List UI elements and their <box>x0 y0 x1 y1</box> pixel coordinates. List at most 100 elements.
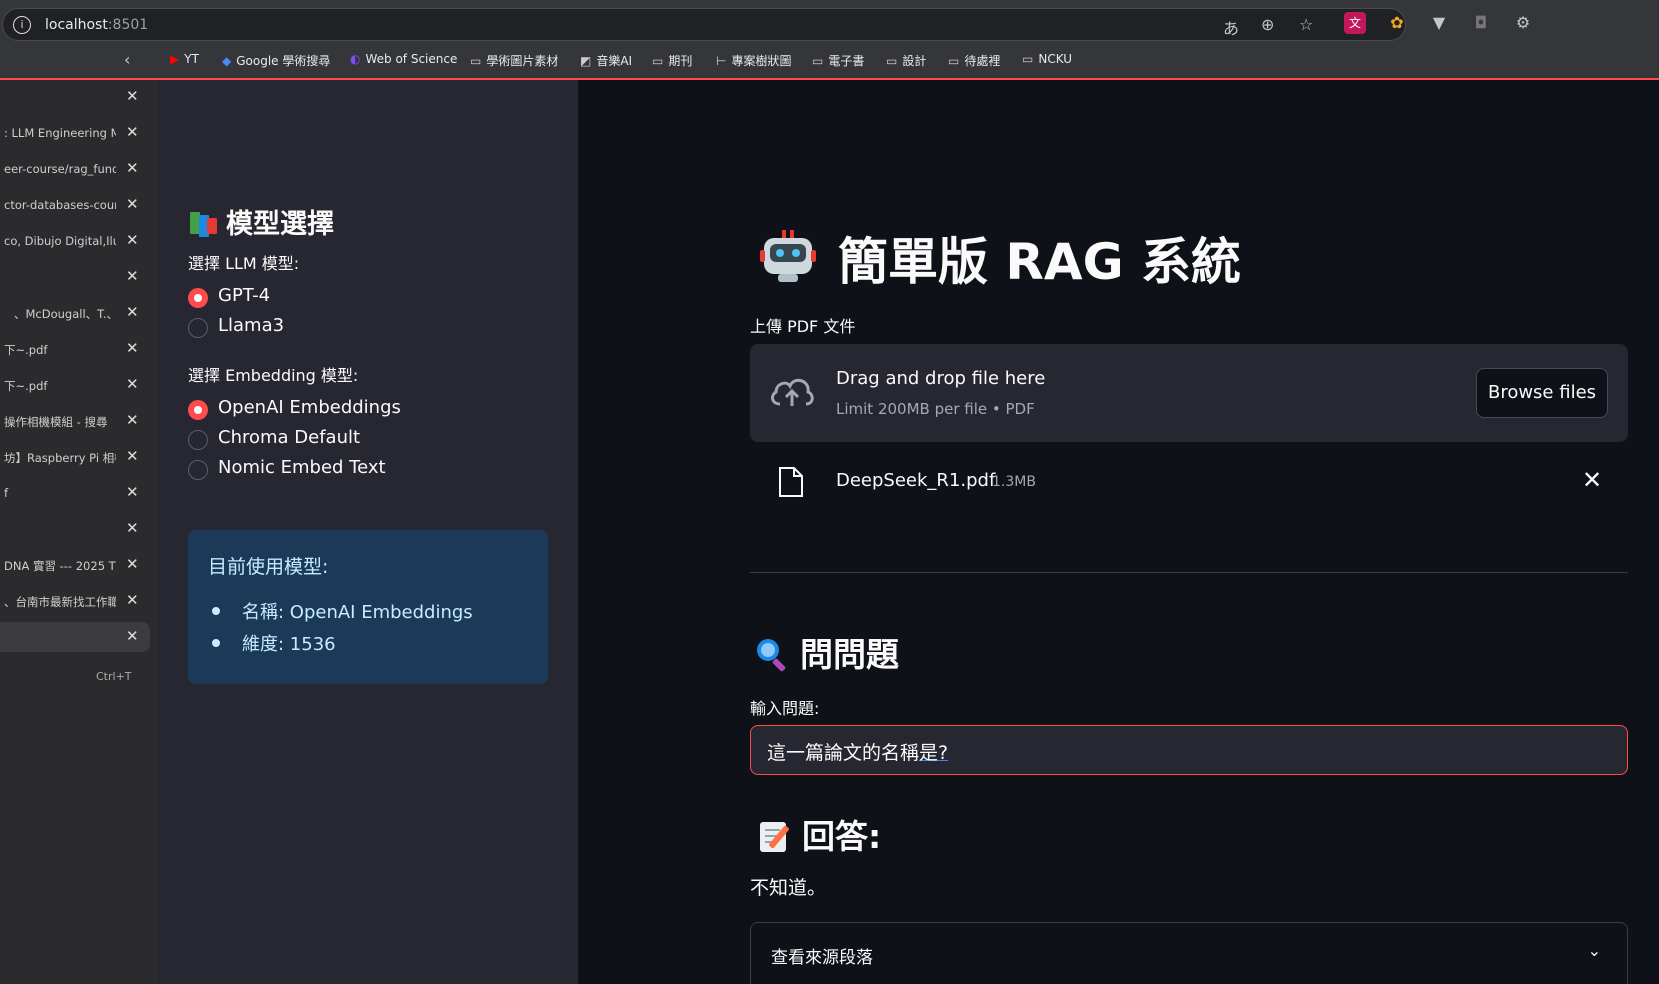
tab-title: eer-course/rag_funda <box>4 162 116 176</box>
tab-item[interactable]: 、McDougall、T.、 ✕ <box>0 298 150 328</box>
remove-file-icon[interactable]: ✕ <box>1582 466 1602 494</box>
close-tab-icon[interactable]: ✕ <box>126 231 139 249</box>
folder-icon: ▭ <box>1022 52 1034 66</box>
sidebar-heading-text: 模型選擇 <box>226 209 334 240</box>
extension-translate-icon[interactable]: 文 <box>1344 12 1366 34</box>
close-tab-icon[interactable]: ✕ <box>126 267 139 285</box>
cloud-upload-icon <box>771 378 814 406</box>
radio-unselected-icon <box>188 318 208 338</box>
bookmark-folder-journals[interactable]: ▭ 期刊 <box>652 52 692 69</box>
bookmarks-bar: ‹ ▶ YT ◆ Google 學術搜尋 ◐ Web of Science ▭ 學術圖片… <box>0 48 1659 74</box>
answer-heading: 回答: <box>758 810 881 858</box>
main-content <box>578 80 1659 984</box>
section-divider <box>750 572 1628 573</box>
question-text: 這一篇論文的名稱 <box>767 742 920 764</box>
close-tab-icon[interactable]: ✕ <box>126 483 139 501</box>
close-tab-icon[interactable]: ✕ <box>126 555 139 573</box>
address-text[interactable]: localhost:8501 <box>45 17 148 33</box>
magnifier-icon <box>757 639 786 672</box>
tab-item[interactable]: 下~.pdf ✕ <box>0 370 150 400</box>
camera-icon[interactable]: ◘ <box>1470 12 1492 34</box>
bookmark-star-icon[interactable]: ☆ <box>1299 15 1313 34</box>
tab-title: ctor-databases-cours <box>4 198 116 212</box>
tab-item[interactable]: eer-course/rag_funda ✕ <box>0 154 150 184</box>
ask-heading: 問問題 <box>754 628 899 676</box>
chevron-left-icon[interactable]: ‹ <box>124 50 130 69</box>
scholar-icon: ◆ <box>222 54 232 68</box>
close-tab-icon[interactable]: ✕ <box>126 375 139 393</box>
tab-title: f <box>4 486 9 500</box>
page-title: 簡單版 RAG 系統 <box>838 233 1242 291</box>
close-tab-icon[interactable]: ✕ <box>126 411 139 429</box>
tab-title: : LLM Engineering Ma <box>4 126 116 140</box>
radio-label: Chroma Default <box>218 427 361 448</box>
file-dropzone[interactable]: Drag and drop file here Limit 200MB per … <box>750 344 1628 442</box>
embedding-select-label: 選擇 Embedding 模型: <box>188 366 359 385</box>
tab-item[interactable]: f ✕ <box>0 478 150 508</box>
zoom-icon[interactable]: ⊕ <box>1261 15 1274 34</box>
close-tab-icon[interactable]: ✕ <box>126 591 139 609</box>
bookmark-project-tree[interactable]: ⊢ 專案樹狀圖 <box>716 52 791 69</box>
tab-item[interactable]: ✕ <box>0 262 150 292</box>
source-expander[interactable]: 查看來源段落 ⌄ <box>750 922 1628 984</box>
expander-label: 查看來源段落 <box>771 948 873 968</box>
tab-item[interactable]: ctor-databases-cours ✕ <box>0 190 150 220</box>
close-tab-icon[interactable]: ✕ <box>126 627 139 645</box>
close-tab-icon[interactable]: ✕ <box>126 519 139 537</box>
browse-files-button[interactable]: Browse files <box>1476 368 1608 418</box>
translate-icon[interactable]: あ <box>1223 15 1239 39</box>
close-tab-icon[interactable]: ✕ <box>126 339 139 357</box>
new-tab-shortcut[interactable]: Ctrl+T <box>96 670 132 683</box>
bookmark-web-of-science[interactable]: ◐ Web of Science <box>350 52 457 66</box>
tab-item[interactable]: 下~.pdf ✕ <box>0 334 150 364</box>
tab-item[interactable]: ✕ <box>0 514 150 544</box>
bookmark-yt[interactable]: ▶ YT <box>170 52 199 66</box>
close-tab-icon[interactable]: ✕ <box>126 159 139 177</box>
current-model-info: 目前使用模型: 名稱: OpenAI Embeddings 維度: 1536 <box>188 530 548 684</box>
chevron-down-icon[interactable]: ⌄ <box>1588 941 1601 960</box>
bookmark-folder-ncku[interactable]: ▭ NCKU <box>1022 52 1072 66</box>
folder-icon: ▭ <box>470 54 482 68</box>
close-tab-icon[interactable]: ✕ <box>126 87 139 105</box>
radio-label: GPT-4 <box>218 285 271 306</box>
extension-v-icon[interactable]: ▼ <box>1428 12 1450 34</box>
close-tab-icon[interactable]: ✕ <box>126 123 139 141</box>
close-tab-icon[interactable]: ✕ <box>126 447 139 465</box>
tab-item[interactable]: DNA 實習 --- 2025 T ✕ <box>0 550 150 580</box>
close-tab-icon[interactable]: ✕ <box>126 195 139 213</box>
answer-text: 不知道。 <box>750 877 827 899</box>
folder-icon: ▭ <box>652 54 664 68</box>
tab-item-active[interactable]: ✕ <box>0 622 150 652</box>
info-item-name: 名稱: OpenAI Embeddings <box>212 598 473 624</box>
tree-icon: ⊢ <box>716 54 727 68</box>
address-bar[interactable]: i localhost:8501 あ ⊕ ☆ <box>2 8 1406 41</box>
tab-item[interactable]: 操作相機模組 - 搜尋 ✕ <box>0 406 150 436</box>
file-icon <box>779 467 803 497</box>
close-tab-icon[interactable]: ✕ <box>126 303 139 321</box>
extensions-puzzle-icon[interactable]: ⚙ <box>1512 12 1534 34</box>
file-name: DeepSeek_R1.pdf <box>836 470 996 491</box>
radio-selected-icon <box>188 400 208 420</box>
dropzone-instruction: Drag and drop file here <box>836 368 1046 389</box>
tab-item[interactable]: ✕ <box>0 82 150 112</box>
tab-item[interactable]: : LLM Engineering Ma ✕ <box>0 118 150 148</box>
vertical-tab-strip: ✕ : LLM Engineering Ma ✕ eer-course/rag_f… <box>0 80 158 984</box>
tab-item[interactable]: 、台南市最新找工作職 ✕ <box>0 586 150 616</box>
tab-title: co, Dibujo Digital,Ilust <box>4 234 116 248</box>
dropzone-limit: Limit 200MB per file • PDF <box>836 400 1035 418</box>
bookmark-folder-images[interactable]: ▭ 學術圖片素材 <box>470 52 558 69</box>
question-input[interactable]: 這一篇論文的名稱是? <box>750 725 1628 775</box>
sidebar: 模型選擇 選擇 LLM 模型: GPT-4 Llama3 選擇 Embeddin… <box>158 80 578 984</box>
bookmark-folder-todo[interactable]: ▭ 待處裡 <box>948 52 1000 69</box>
radio-unselected-icon <box>188 430 208 450</box>
extension-cookie-icon[interactable]: ✿ <box>1386 12 1408 34</box>
tab-item[interactable]: 坊】Raspberry Pi 相機 ✕ <box>0 442 150 472</box>
bookmark-folder-design[interactable]: ▭ 設計 <box>886 52 926 69</box>
bookmark-google-scholar[interactable]: ◆ Google 學術搜尋 <box>222 52 330 69</box>
bookmark-folder-ebooks[interactable]: ▭ 電子書 <box>812 52 864 69</box>
site-info-icon[interactable]: i <box>13 16 31 34</box>
tab-item[interactable]: co, Dibujo Digital,Ilust ✕ <box>0 226 150 256</box>
folder-icon: ▭ <box>948 54 960 68</box>
info-item-text: 維度: 1536 <box>242 634 336 655</box>
bookmark-music-ai[interactable]: ◩ 音樂AI <box>580 52 632 69</box>
